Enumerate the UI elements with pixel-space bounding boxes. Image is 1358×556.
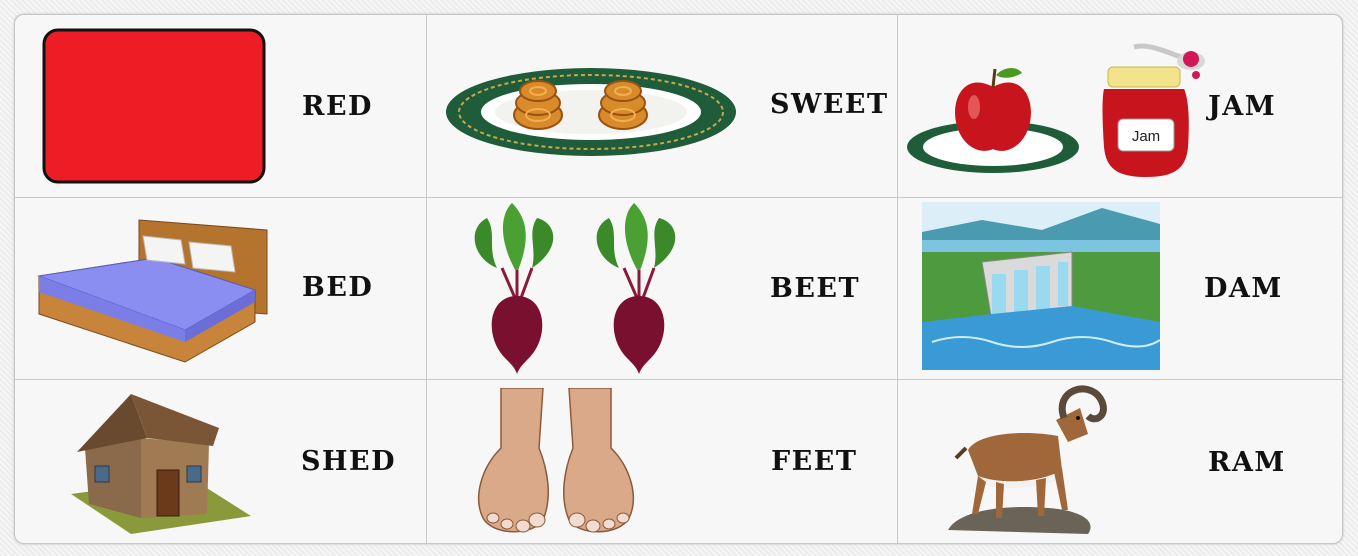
feet-icon — [477, 388, 635, 533]
word-feet: FEET — [771, 446, 858, 477]
red-swatch-icon — [42, 28, 266, 184]
beets-icon — [474, 203, 676, 374]
dam-icon — [922, 202, 1160, 370]
word-shed: SHED — [301, 446, 397, 477]
jam-apple-icon: Jam — [907, 43, 1205, 177]
word-grid: RED SWEET Jam JAM BED BEET DAM SHED FEET… — [14, 14, 1343, 544]
word-ram: RAM — [1208, 447, 1286, 478]
card-jam: Jam JAM — [898, 15, 1342, 197]
card-bed: BED — [15, 198, 426, 379]
bed-icon — [37, 219, 268, 363]
jar-label: Jam — [1132, 128, 1160, 145]
word-red: RED — [302, 91, 373, 122]
word-jam: JAM — [1208, 91, 1277, 122]
card-shed: SHED — [15, 380, 426, 543]
word-sweet: SWEET — [770, 89, 889, 120]
card-sweet: SWEET — [427, 15, 897, 197]
card-beet: BEET — [427, 198, 897, 379]
word-beet: BEET — [770, 273, 861, 304]
shed-icon — [71, 394, 251, 534]
card-red: RED — [15, 15, 426, 197]
card-feet: FEET — [427, 380, 897, 543]
card-dam: DAM — [898, 198, 1342, 379]
word-dam: DAM — [1204, 273, 1283, 304]
word-bed: BED — [302, 272, 374, 303]
sweets-plate-icon — [446, 68, 736, 156]
card-ram: RAM — [898, 380, 1342, 543]
ram-icon — [948, 385, 1107, 534]
